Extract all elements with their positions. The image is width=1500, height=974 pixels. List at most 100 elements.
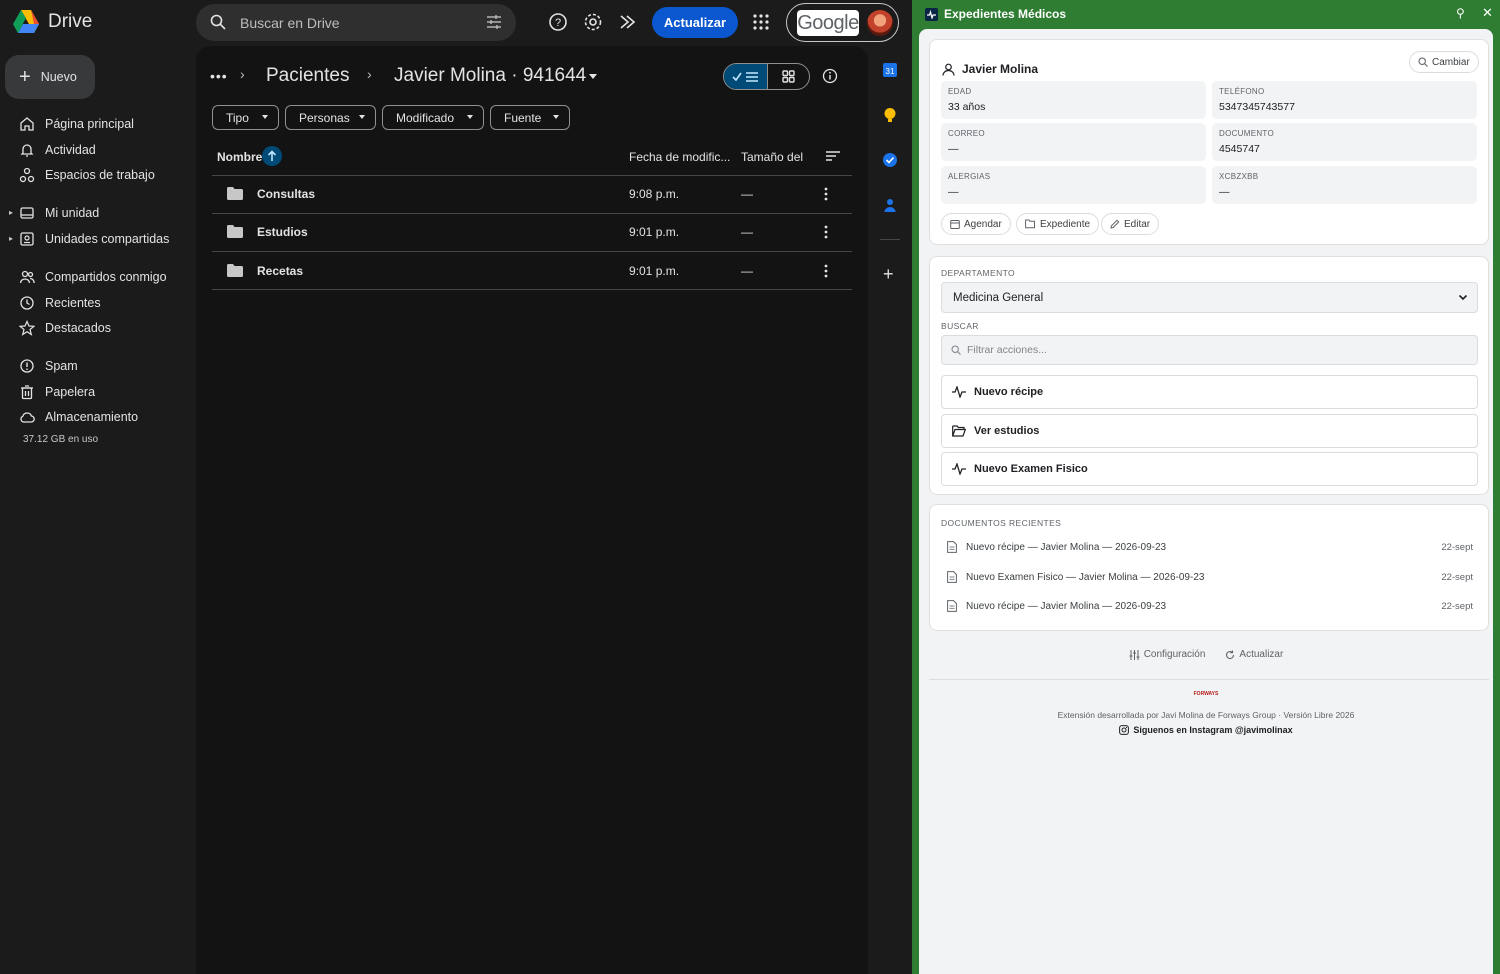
drive-logo[interactable]: Drive: [12, 9, 92, 35]
change-patient-button[interactable]: Cambiar: [1409, 51, 1479, 73]
recent-document-item[interactable]: Nuevo récipe — Javier Molina — 2026-09-2…: [947, 540, 1473, 556]
recent-documents-card: DOCUMENTOS RECIENTES Nuevo récipe — Javi…: [929, 504, 1489, 631]
search-bar[interactable]: Buscar en Drive: [196, 4, 516, 41]
grid-view-button[interactable]: [768, 64, 809, 89]
search-icon[interactable]: [210, 14, 226, 30]
schedule-button[interactable]: Agendar: [941, 213, 1011, 235]
tune-icon[interactable]: [486, 14, 502, 30]
keep-icon[interactable]: [882, 107, 898, 123]
sidebar-item-label: Unidades compartidas: [45, 232, 170, 246]
dropdown-caret-icon: [359, 115, 365, 119]
file-modified: 9:08 p.m.: [629, 187, 680, 201]
filter-type[interactable]: Tipo: [212, 105, 279, 130]
calendar-icon[interactable]: 31: [882, 62, 898, 78]
file-row[interactable]: Consultas 9:08 p.m. —: [212, 175, 852, 213]
new-button[interactable]: + Nuevo: [5, 55, 95, 99]
document-name: Nuevo récipe — Javier Molina — 2026-09-2…: [966, 601, 1167, 612]
record-button[interactable]: Expediente: [1016, 213, 1100, 235]
filter-people[interactable]: Personas: [285, 105, 376, 130]
sort-ascending-icon[interactable]: [262, 146, 282, 166]
filter-source[interactable]: Fuente: [490, 105, 570, 130]
tasks-icon[interactable]: [882, 152, 898, 168]
new-physical-exam-button[interactable]: Nuevo Examen Fisico: [941, 452, 1478, 486]
refresh-link[interactable]: Actualizar: [1225, 649, 1283, 660]
list-view-button[interactable]: [724, 64, 768, 89]
patient-card: Javier Molina Cambiar EDAD 33 años TELÉFO…: [929, 39, 1489, 245]
edit-button[interactable]: Editar: [1101, 213, 1160, 235]
folder-icon: [227, 225, 243, 238]
check-list-icon: [731, 71, 758, 82]
dropdown-caret-icon: [262, 115, 268, 119]
document-icon: [947, 541, 957, 553]
search-icon: [1418, 57, 1428, 67]
search-input[interactable]: Buscar en Drive: [240, 15, 340, 31]
extension-panel: Expedientes Médicos ⚲ ✕ Javier Molina Ca…: [912, 0, 1500, 974]
file-row[interactable]: Estudios 9:01 p.m. —: [212, 213, 852, 251]
view-studies-button[interactable]: Ver estudios: [941, 414, 1478, 448]
filter-actions-input[interactable]: Filtrar acciones...: [941, 335, 1478, 365]
panel-footer-links: Configuración Actualizar: [919, 649, 1493, 660]
sort-options-icon[interactable]: [825, 150, 841, 162]
action-label: Nuevo récipe: [974, 386, 1044, 398]
help-icon[interactable]: ?: [548, 12, 568, 32]
file-modified: 9:01 p.m.: [629, 225, 680, 239]
info-icon[interactable]: [822, 68, 838, 84]
grid-icon: [782, 70, 795, 83]
addons-rail: 31 +: [868, 46, 912, 974]
breadcrumb-dropdown-icon[interactable]: [589, 74, 597, 79]
more-vert-icon[interactable]: [824, 187, 828, 201]
department-value: Medicina General: [953, 291, 1044, 304]
field-value: —: [948, 143, 959, 155]
home-icon: [20, 117, 34, 131]
app-name: Drive: [48, 11, 93, 32]
expand-caret-icon[interactable]: ▸: [9, 234, 13, 243]
drive-topbar: Drive Buscar en Drive ? Actualizar Googl…: [0, 0, 912, 46]
settings-link[interactable]: Configuración: [1129, 649, 1206, 660]
field-label: DOCUMENTO: [1219, 129, 1274, 138]
instagram-label: Siguenos en Instagram @javimolinax: [1133, 725, 1293, 735]
unpin-icon[interactable]: ⚲: [1456, 6, 1465, 20]
more-vert-icon[interactable]: [824, 264, 828, 278]
gemini-spark-icon[interactable]: [618, 12, 638, 32]
account-switcher[interactable]: Google: [786, 3, 899, 42]
contacts-icon[interactable]: [882, 197, 898, 213]
file-row[interactable]: Recetas 9:01 p.m. —: [212, 252, 852, 290]
more-vert-icon[interactable]: [824, 225, 828, 239]
settings-gear-icon[interactable]: [583, 12, 603, 32]
filter-label: Personas: [299, 110, 350, 125]
pulse-icon: [952, 463, 966, 475]
field-value: 33 años: [948, 101, 986, 113]
filter-modified[interactable]: Modificado: [382, 105, 484, 130]
breadcrumb-parent[interactable]: Pacientes: [266, 65, 349, 87]
medical-logo-icon: [925, 7, 938, 21]
breadcrumb-overflow-icon[interactable]: •••: [210, 68, 228, 84]
column-header-size[interactable]: Tamaño del a: [741, 150, 807, 164]
workspaces-icon: [19, 167, 35, 183]
folder-icon: [227, 264, 243, 277]
document-date: 22-sept: [1441, 542, 1473, 553]
field-value: —: [1219, 186, 1230, 198]
close-icon[interactable]: ✕: [1482, 5, 1493, 21]
column-header-modified[interactable]: Fecha de modific...: [629, 150, 730, 164]
settings-link-label: Configuración: [1143, 649, 1206, 660]
record-label: Expediente: [1040, 218, 1091, 230]
column-header-name[interactable]: Nombre: [217, 150, 262, 164]
divider: [929, 679, 1489, 680]
recent-document-item[interactable]: Nuevo Examen Fisico — Javier Molina — 20…: [947, 570, 1473, 586]
recent-document-item[interactable]: Nuevo récipe — Javier Molina — 2026-09-2…: [947, 599, 1473, 615]
apps-grid-icon[interactable]: [751, 12, 771, 32]
department-select[interactable]: Medicina General: [941, 282, 1478, 313]
add-addon-icon[interactable]: +: [883, 265, 894, 283]
expand-caret-icon[interactable]: ▸: [9, 208, 13, 217]
avatar[interactable]: [867, 10, 893, 36]
update-button[interactable]: Actualizar: [652, 7, 738, 38]
new-prescription-button[interactable]: Nuevo récipe: [941, 375, 1478, 409]
field-label: EDAD: [948, 87, 972, 96]
field-value: 4545747: [1219, 143, 1260, 155]
my-drive-icon: [20, 207, 34, 219]
spam-icon: [20, 359, 34, 373]
pulse-icon: [952, 386, 966, 398]
breadcrumb-current[interactable]: Javier Molina · 941644: [394, 65, 586, 87]
trash-icon: [21, 385, 33, 400]
instagram-link[interactable]: Siguenos en Instagram @javimolinax: [919, 725, 1493, 735]
